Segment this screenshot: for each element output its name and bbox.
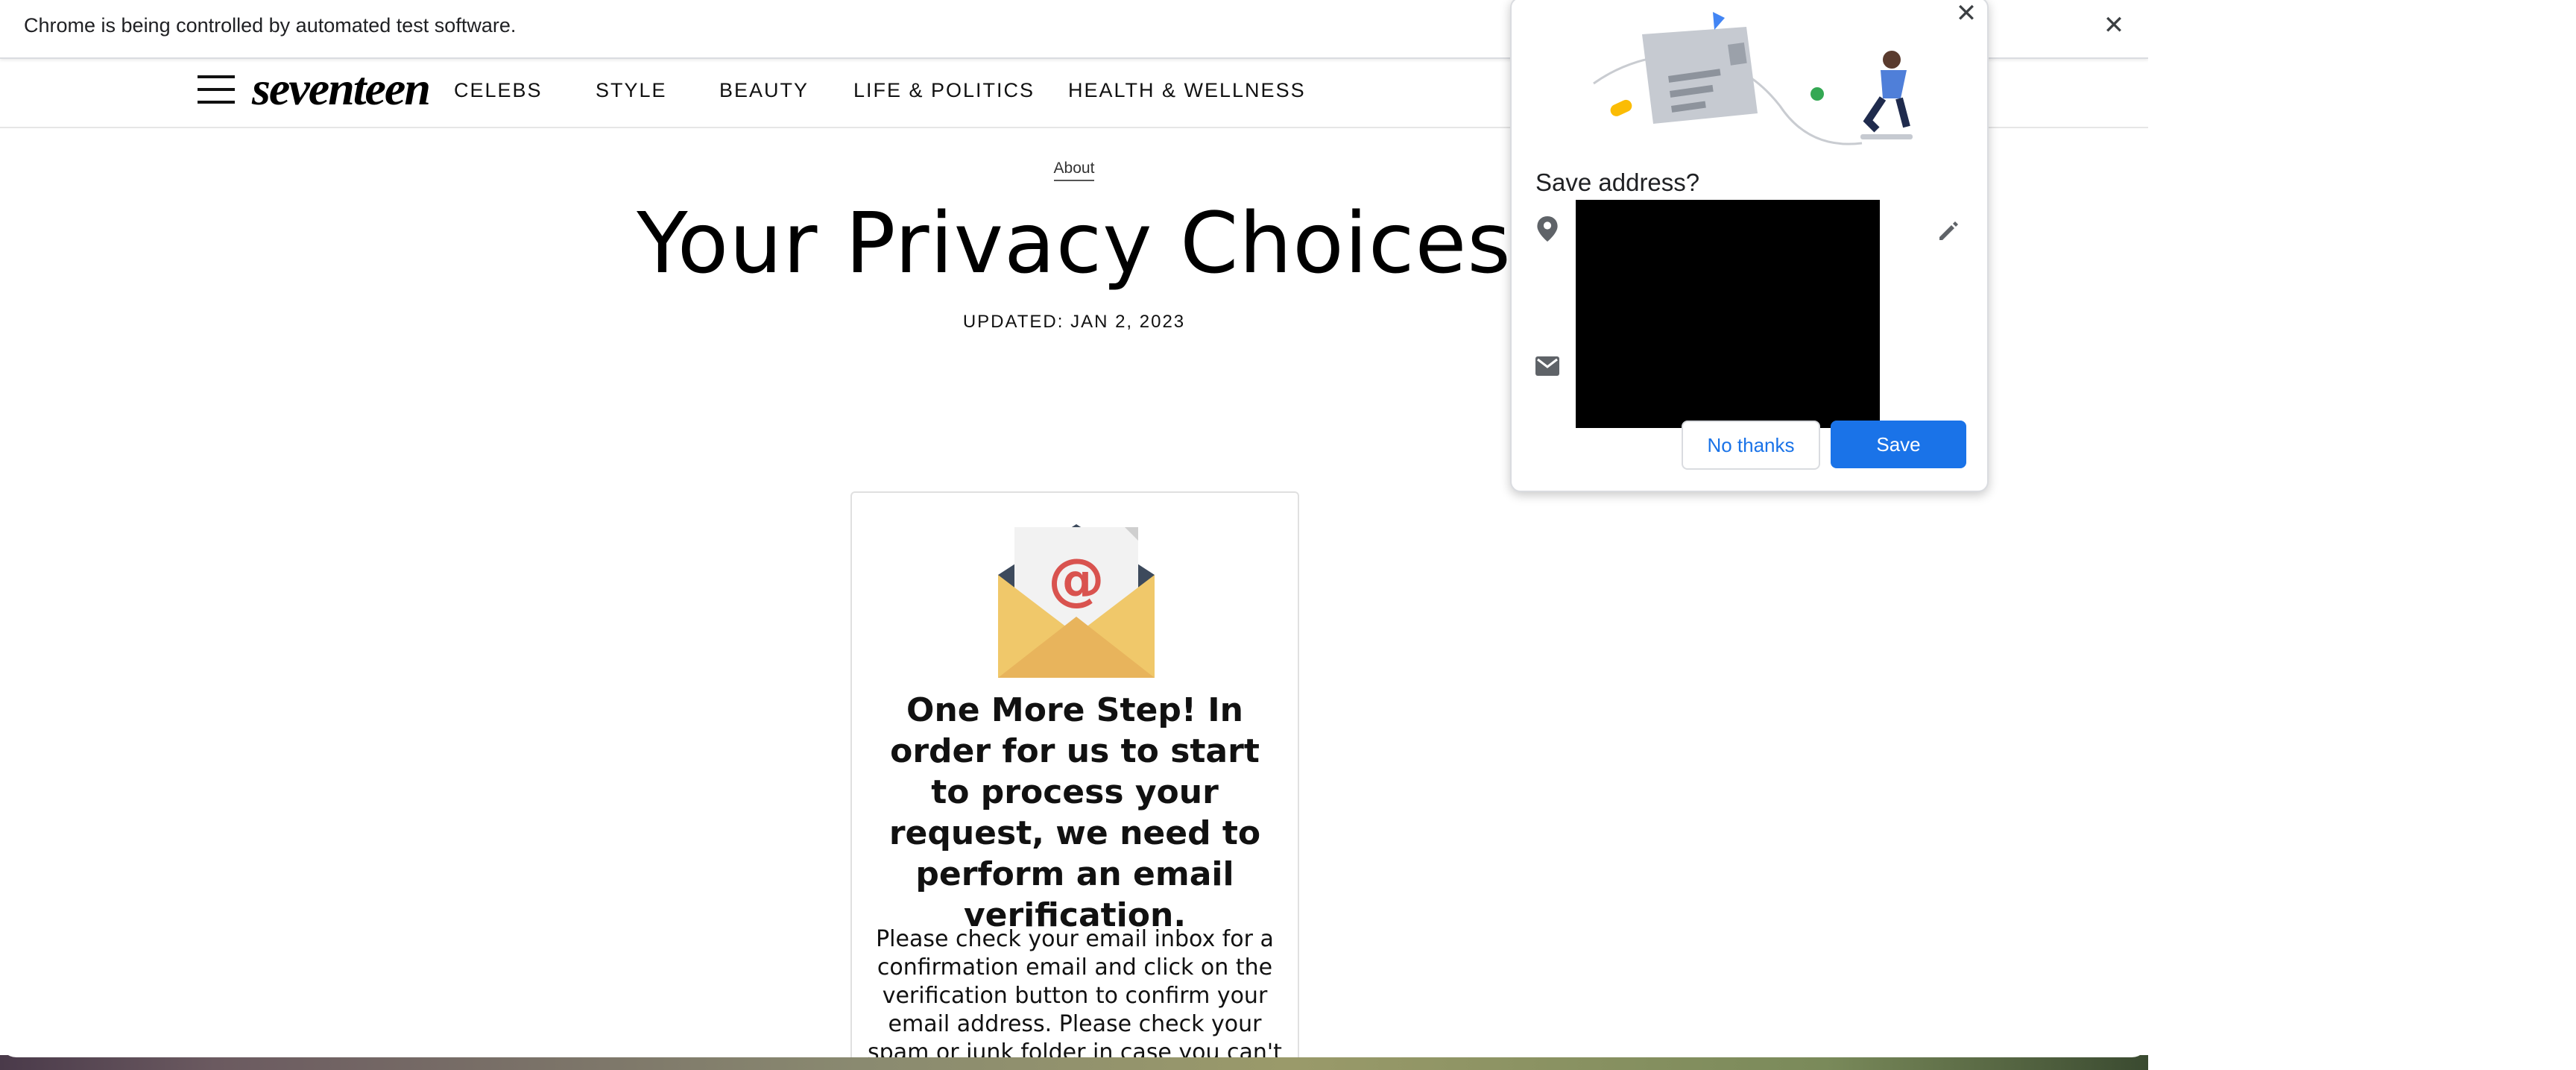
site-logo[interactable]: seventeen — [252, 61, 431, 116]
infobar-close-icon[interactable]: ✕ — [2100, 12, 2127, 39]
save-address-dialog: ✕ Save address? No thanks Save — [1510, 0, 1989, 492]
nav-item-style[interactable]: STYLE — [596, 79, 667, 102]
email-icon — [1535, 356, 1559, 376]
svg-text:@: @ — [1048, 546, 1105, 612]
hamburger-menu-icon[interactable] — [198, 72, 235, 107]
infobar-message: Chrome is being controlled by automated … — [24, 14, 517, 37]
desktop-wallpaper-strip — [0, 1055, 2148, 1070]
card-body-text: Please check your email inbox for a conf… — [868, 926, 1282, 1057]
redacted-address-block — [1576, 200, 1880, 428]
dialog-close-icon[interactable]: ✕ — [1951, 0, 1981, 28]
dialog-title: Save address? — [1535, 169, 1700, 196]
breadcrumb-about-link[interactable]: About — [1053, 160, 1095, 181]
nav-item-health-wellness[interactable]: HEALTH & WELLNESS — [1068, 79, 1306, 102]
nav-item-beauty[interactable]: BEAUTY — [719, 79, 809, 102]
edit-pencil-icon[interactable] — [1936, 219, 1960, 243]
verification-card: @ One More Step! In order for us to star… — [850, 491, 1299, 1057]
card-heading: One More Step! In order for us to start … — [888, 691, 1261, 934]
nav-item-life-politics[interactable]: LIFE & POLITICS — [853, 79, 1035, 102]
email-envelope-icon: @ — [998, 524, 1155, 678]
save-address-illustration — [1593, 12, 1913, 145]
save-button[interactable]: Save — [1831, 421, 1966, 468]
no-thanks-button[interactable]: No thanks — [1682, 421, 1820, 470]
location-pin-icon — [1537, 216, 1558, 242]
nav-item-celebs[interactable]: CELEBS — [454, 79, 543, 102]
